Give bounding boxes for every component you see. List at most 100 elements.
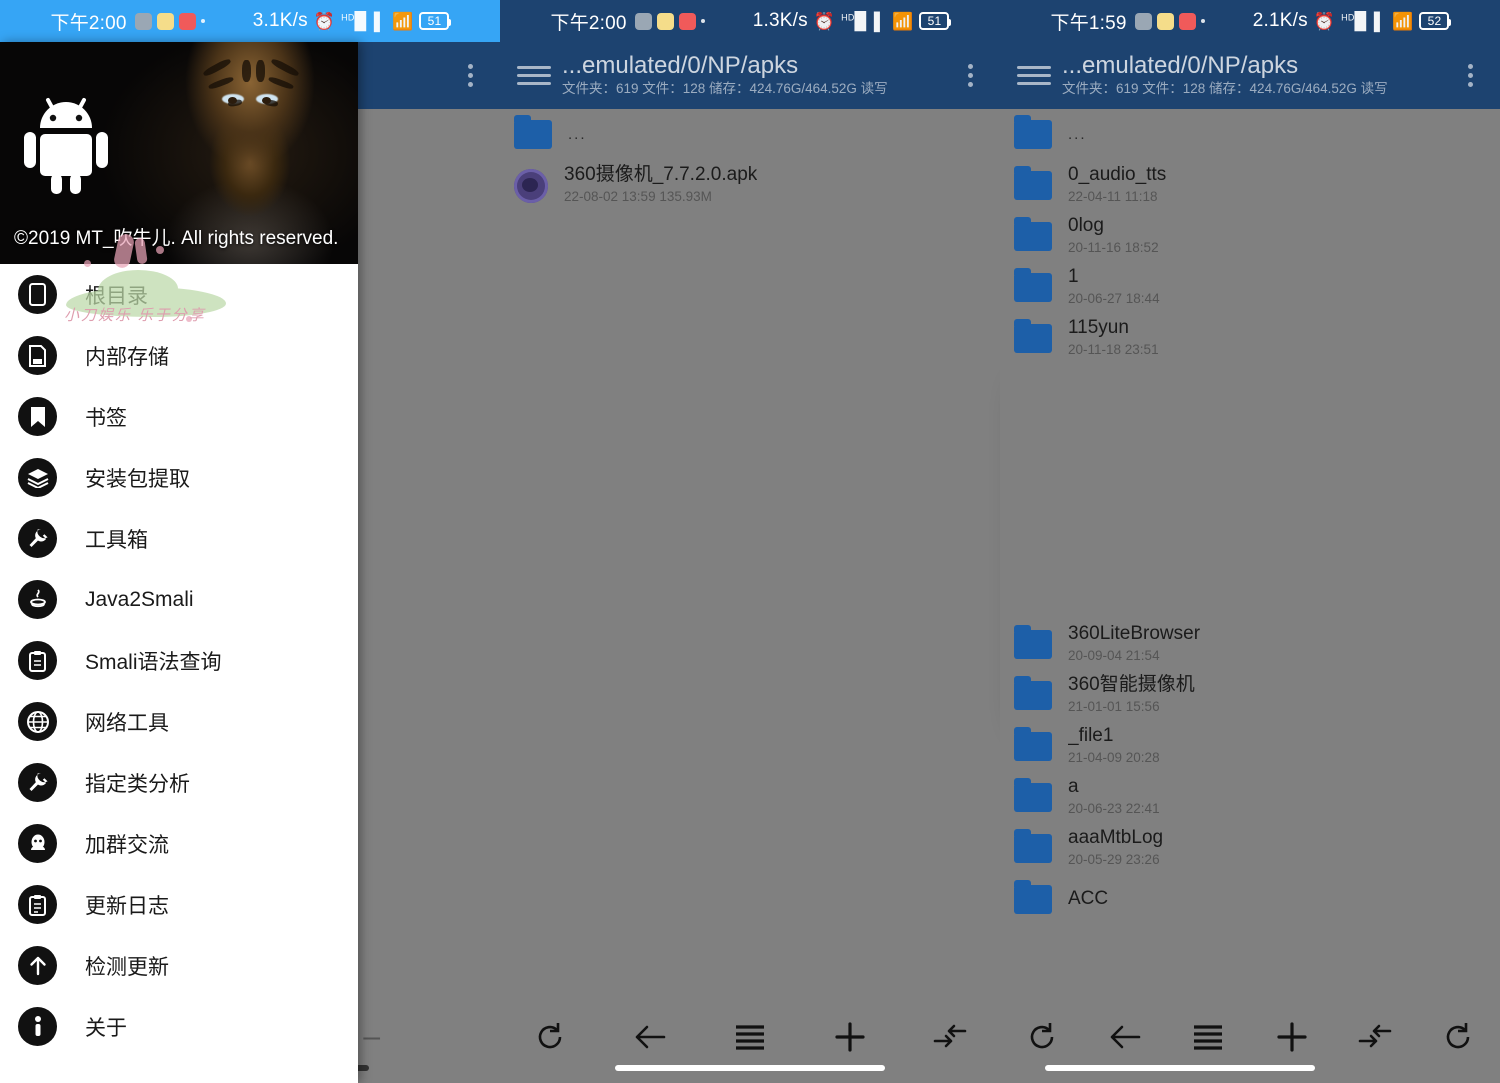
bottom-button-swap[interactable] (1333, 1011, 1416, 1063)
bottom-button-list[interactable] (1167, 1011, 1250, 1063)
list-item-apk[interactable]: 360摄像机_7.7.2.0.apk 22-08-02 13:59 135.93… (500, 160, 1000, 211)
path-subtitle: 文件夹：619 文件：128 储存：424.76G/464.52G 读写 (562, 79, 940, 99)
sidebar-item-changelog[interactable]: 更新日志 (0, 874, 358, 935)
file-meta: 20-09-04 21:54 (1068, 646, 1200, 666)
arrow-up-icon (18, 946, 57, 985)
sidebar-item-class-analysis[interactable]: 指定类分析 (0, 752, 358, 813)
note-icon (657, 13, 674, 30)
bookmark-icon (18, 397, 57, 436)
hd-label: HD (341, 12, 354, 22)
signal-icon: ▉ (1355, 12, 1368, 31)
sidebar-item-root[interactable]: 根目录 (0, 264, 358, 325)
overflow-menu-icon[interactable] (440, 64, 500, 87)
bottom-button-add[interactable] (1250, 1011, 1333, 1063)
file-meta: 22-08-02 13:59 135.93M (564, 187, 757, 207)
more-dot-icon (701, 19, 705, 23)
panel-right: ... 0_audio_tts 22-04-11 11:18 0log 20-1… (1000, 0, 1500, 1083)
path-title: ...emulated/0/NP/apks (562, 52, 940, 80)
sidebar-item-network-tools[interactable]: 网络工具 (0, 691, 358, 752)
bottom-button-refresh[interactable] (1000, 1011, 1083, 1063)
note-icon (157, 13, 174, 30)
file-name: 360LiteBrowser (1068, 623, 1200, 646)
list-item[interactable]: 0log 20-11-16 18:52 (1000, 211, 1500, 262)
list-item[interactable]: 1 20-06-27 18:44 (1000, 262, 1500, 313)
navigation-drawer[interactable]: ©2019 MT_吹牛儿. All rights reserved. 根目录 内… (0, 42, 358, 1083)
bottom-button-refresh-2[interactable] (1417, 1011, 1500, 1063)
bottom-button-list[interactable] (700, 1011, 800, 1063)
file-meta: 20-06-27 18:44 (1068, 289, 1160, 309)
status-time: 下午1:59 (1051, 8, 1127, 35)
sidebar-item-java2smali[interactable]: Java2Smali (0, 569, 358, 630)
folder-icon (1014, 732, 1052, 761)
file-meta: 20-11-16 18:52 (1068, 238, 1159, 258)
file-name: ... (1068, 126, 1087, 144)
layers-icon (18, 458, 57, 497)
network-speed: 3.1K/s (253, 10, 308, 32)
bottom-button-swap[interactable] (900, 1011, 1000, 1063)
hd-label: HD (1341, 12, 1354, 22)
list-item[interactable]: 0_audio_tts 22-04-11 11:18 (1000, 160, 1500, 211)
mid-file-list[interactable]: ... 360摄像机_7.7.2.0.apk 22-08-02 13:59 13… (500, 109, 1000, 1083)
network-speed: 2.1K/s (1253, 10, 1308, 32)
panel-mid: ... 360摄像机_7.7.2.0.apk 22-08-02 13:59 13… (500, 0, 1000, 1083)
alarm-icon: ⏰ (314, 13, 335, 30)
overflow-menu-icon[interactable] (940, 64, 1000, 87)
file-meta: 20-11-18 23:51 (1068, 340, 1159, 360)
file-meta: 20-05-29 23:26 (1068, 850, 1163, 870)
file-name: a (1068, 776, 1160, 799)
sidebar-item-smali-syntax[interactable]: Smali语法查询 (0, 630, 358, 691)
list-item[interactable]: _file1 21-04-09 20:28 (1000, 721, 1500, 772)
sidebar-item-label: 内部存储 (85, 341, 169, 371)
sidebar-item-apk-extract[interactable]: 安装包提取 (0, 447, 358, 508)
bottom-button-refresh[interactable] (500, 1011, 600, 1063)
sidebar-item-bookmarks[interactable]: 书签 (0, 386, 358, 447)
bottom-button-back[interactable] (1083, 1011, 1166, 1063)
right-file-list[interactable]: ... 0_audio_tts 22-04-11 11:18 0log 20-1… (1000, 109, 1500, 1083)
record-icon (179, 13, 196, 30)
sidebar-item-toolbox[interactable]: 工具箱 (0, 508, 358, 569)
sidebar-item-internal-storage[interactable]: 内部存储 (0, 325, 358, 386)
folder-icon (1014, 783, 1052, 812)
folder-icon (1014, 630, 1052, 659)
list-item[interactable]: 360LiteBrowser 20-09-04 21:54 (1000, 619, 1500, 670)
list-item[interactable]: ACC (1000, 874, 1500, 925)
overflow-menu-icon[interactable] (1440, 64, 1500, 87)
folder-icon (1014, 324, 1052, 353)
sidebar-item-about[interactable]: 关于 (0, 996, 358, 1057)
folder-icon (1014, 681, 1052, 710)
bottom-button-back[interactable] (600, 1011, 700, 1063)
right-status-bar: 下午1:59 2.1K/s ⏰ HD▉ ▌ 📶 52 (1000, 0, 1500, 42)
file-meta: 21-04-09 20:28 (1068, 748, 1160, 768)
bottom-button-add[interactable] (800, 1011, 900, 1063)
drawer-menu[interactable]: 根目录 内部存储 书签 安装包提取 (0, 264, 358, 1083)
copyright-text: ©2019 MT_吹牛儿. All rights reserved. (14, 223, 338, 250)
note-icon (1157, 13, 1174, 30)
panel-left: _tts 18 52 18:44 51 (0, 0, 500, 1083)
alarm-icon: ⏰ (814, 13, 835, 30)
list-item[interactable]: a 20-06-23 22:41 (1000, 772, 1500, 823)
phone-icon (18, 275, 57, 314)
file-meta: 22-04-11 11:18 (1068, 187, 1166, 207)
hamburger-icon[interactable] (1000, 66, 1062, 85)
list-item[interactable]: 360智能摄像机 21-01-01 15:56 (1000, 670, 1500, 721)
sidebar-item-check-update[interactable]: 检测更新 (0, 935, 358, 996)
more-dot-icon (201, 19, 205, 23)
file-name: _file1 (1068, 725, 1160, 748)
gesture-bar (1045, 1065, 1315, 1071)
list-item[interactable]: ... (1000, 109, 1500, 160)
path-subtitle: 文件夹：619 文件：128 储存：424.76G/464.52G 读写 (1062, 79, 1440, 99)
folder-icon (1014, 171, 1052, 200)
more-dot-icon (1201, 19, 1205, 23)
list-item[interactable]: aaaMtbLog 20-05-29 23:26 (1000, 823, 1500, 874)
sidebar-item-label: 安装包提取 (85, 463, 190, 493)
sidebar-item-label: 书签 (85, 402, 127, 432)
folder-icon (1014, 222, 1052, 251)
list-item[interactable]: 115yun 20-11-18 23:51 (1000, 313, 1500, 364)
list-item[interactable]: ... (500, 109, 1000, 160)
tiktok-icon (1135, 13, 1152, 30)
hamburger-icon[interactable] (500, 66, 562, 85)
mid-status-bar: 下午2:00 1.3K/s ⏰ HD▉ ▌ 📶 51 (500, 0, 1000, 42)
sdcard-icon (18, 336, 57, 375)
clipboard-icon (18, 641, 57, 680)
sidebar-item-join-group[interactable]: 加群交流 (0, 813, 358, 874)
